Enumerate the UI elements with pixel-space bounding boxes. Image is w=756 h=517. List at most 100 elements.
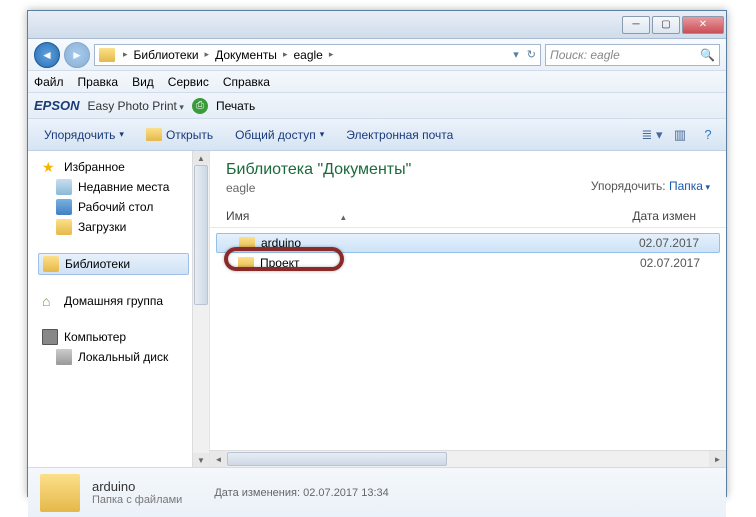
details-date-label: Дата изменения: — [214, 487, 300, 499]
folder-icon — [56, 179, 72, 195]
homegroup-icon: ⌂ — [42, 293, 58, 309]
sidebar-recent-label: Недавние места — [78, 180, 169, 194]
sort-asc-icon: ▲ — [339, 213, 347, 222]
search-icon: 🔍 — [700, 48, 715, 62]
sidebar-scrollbar[interactable]: ▲ ▼ — [192, 151, 209, 467]
scroll-right-icon[interactable]: ► — [709, 451, 726, 467]
help-button[interactable]: ? — [696, 124, 720, 146]
minimize-button[interactable]: ─ — [622, 16, 650, 34]
breadcrumb-eagle[interactable]: eagle — [291, 48, 324, 62]
file-date: 02.07.2017 — [639, 236, 719, 250]
maximize-button[interactable]: ▢ — [652, 16, 680, 34]
col-name-label: Имя — [226, 209, 249, 223]
navbar: ◄ ► ▸ Библиотеки ▸ Документы ▸ eagle ▸ ▾… — [28, 39, 726, 71]
disk-icon — [56, 349, 72, 365]
sidebar-localdisk[interactable]: Локальный диск — [38, 347, 209, 367]
forward-button[interactable]: ► — [64, 42, 90, 68]
computer-icon — [42, 329, 58, 345]
arrange-value[interactable]: Папка — [669, 179, 710, 193]
folder-icon — [239, 237, 255, 250]
preview-pane-button[interactable]: ▥ — [668, 124, 692, 146]
chevron-right-icon: ▸ — [203, 49, 212, 60]
horizontal-scrollbar[interactable]: ◄ ► — [210, 450, 726, 467]
file-date: 02.07.2017 — [640, 256, 720, 270]
scrollbar-thumb[interactable] — [227, 452, 447, 466]
folder-thumbnail-icon — [40, 474, 80, 512]
library-title: Библиотека "Документы" — [226, 161, 710, 179]
epson-logo: EPSON — [34, 98, 80, 113]
email-button[interactable]: Электронная почта — [336, 124, 463, 146]
search-input[interactable]: Поиск: eagle 🔍 — [545, 44, 720, 66]
refresh-icon[interactable]: ↻ — [527, 48, 536, 61]
folder-icon — [146, 128, 162, 141]
details-pane: arduino Папка с файлами Дата изменения: … — [28, 467, 726, 517]
desktop-icon — [56, 199, 72, 215]
content-header: Библиотека "Документы" eagle — [210, 151, 726, 201]
body: ★ Избранное Недавние места Рабочий стол З… — [28, 151, 726, 467]
column-date[interactable]: Дата измен — [632, 209, 726, 223]
breadcrumb-libraries[interactable]: Библиотеки — [132, 48, 201, 62]
sidebar-libraries[interactable]: Библиотеки — [38, 253, 189, 275]
scroll-up-icon[interactable]: ▲ — [193, 151, 209, 165]
column-name[interactable]: Имя ▲ — [226, 209, 526, 223]
arrange-by: Упорядочить: Папка — [591, 179, 710, 193]
menu-edit[interactable]: Правка — [78, 75, 119, 89]
epson-print-button[interactable]: Печать — [216, 99, 255, 113]
arrange-label: Упорядочить: — [591, 179, 666, 193]
content-pane: Библиотека "Документы" eagle Упорядочить… — [210, 151, 726, 467]
sidebar: ★ Избранное Недавние места Рабочий стол З… — [28, 151, 210, 467]
sidebar-desktop-label: Рабочий стол — [78, 200, 153, 214]
menu-view[interactable]: Вид — [132, 75, 154, 89]
sidebar-computer[interactable]: Компьютер — [38, 327, 209, 347]
folder-icon — [99, 48, 115, 62]
dropdown-icon[interactable]: ▾ — [513, 48, 519, 61]
chevron-right-icon: ▸ — [121, 49, 130, 60]
sidebar-homegroup[interactable]: ⌂ Домашняя группа — [38, 291, 209, 311]
scrollbar-thumb[interactable] — [194, 165, 208, 305]
menu-help[interactable]: Справка — [223, 75, 270, 89]
sidebar-favorites-label: Избранное — [64, 160, 125, 174]
menu-file[interactable]: Файл — [34, 75, 64, 89]
open-label: Открыть — [166, 128, 213, 142]
sidebar-favorites[interactable]: ★ Избранное — [38, 157, 209, 177]
view-mode-button[interactable]: ≣ ▾ — [640, 124, 664, 146]
address-bar[interactable]: ▸ Библиотеки ▸ Документы ▸ eagle ▸ ▾ ↻ — [94, 44, 541, 66]
libraries-icon — [43, 256, 59, 272]
file-name: Проект — [260, 256, 540, 270]
details-date-value: 02.07.2017 13:34 — [303, 487, 389, 499]
chevron-right-icon: ▸ — [327, 49, 336, 60]
share-button[interactable]: Общий доступ — [225, 124, 334, 146]
explorer-window: ─ ▢ ✕ ◄ ► ▸ Библиотеки ▸ Документы ▸ eag… — [27, 10, 727, 497]
open-button[interactable]: Открыть — [136, 124, 223, 146]
close-button[interactable]: ✕ — [682, 16, 724, 34]
scroll-left-icon[interactable]: ◄ — [210, 451, 227, 467]
details-type: Папка с файлами — [92, 494, 182, 506]
details-meta: Дата изменения: 02.07.2017 13:34 — [214, 487, 388, 499]
menu-service[interactable]: Сервис — [168, 75, 209, 89]
organize-button[interactable]: Упорядочить — [34, 124, 134, 146]
sidebar-recent[interactable]: Недавние места — [38, 177, 209, 197]
star-icon: ★ — [42, 159, 58, 175]
epson-toolbar: EPSON Easy Photo Print ⎙ Печать — [28, 93, 726, 119]
chevron-right-icon: ▸ — [281, 49, 290, 60]
details-name: arduino — [92, 479, 182, 494]
scroll-down-icon[interactable]: ▼ — [193, 453, 209, 467]
folder-icon — [238, 257, 254, 270]
print-icon: ⎙ — [192, 98, 208, 114]
epson-easy-photo-print[interactable]: Easy Photo Print — [88, 99, 184, 113]
sidebar-homegroup-label: Домашняя группа — [64, 294, 163, 308]
titlebar: ─ ▢ ✕ — [28, 11, 726, 39]
downloads-icon — [56, 219, 72, 235]
sidebar-computer-label: Компьютер — [64, 330, 126, 344]
breadcrumb-documents[interactable]: Документы — [213, 48, 279, 62]
menubar: Файл Правка Вид Сервис Справка — [28, 71, 726, 93]
back-button[interactable]: ◄ — [34, 42, 60, 68]
column-headers: Имя ▲ Дата измен — [210, 205, 726, 228]
sidebar-desktop[interactable]: Рабочий стол — [38, 197, 209, 217]
sidebar-downloads[interactable]: Загрузки — [38, 217, 209, 237]
sidebar-localdisk-label: Локальный диск — [78, 350, 168, 364]
file-row-arduino[interactable]: arduino 02.07.2017 — [216, 233, 720, 253]
file-name: arduino — [261, 236, 541, 250]
file-list: arduino 02.07.2017 Проект 02.07.2017 — [210, 228, 726, 277]
file-row-project[interactable]: Проект 02.07.2017 — [216, 254, 720, 272]
